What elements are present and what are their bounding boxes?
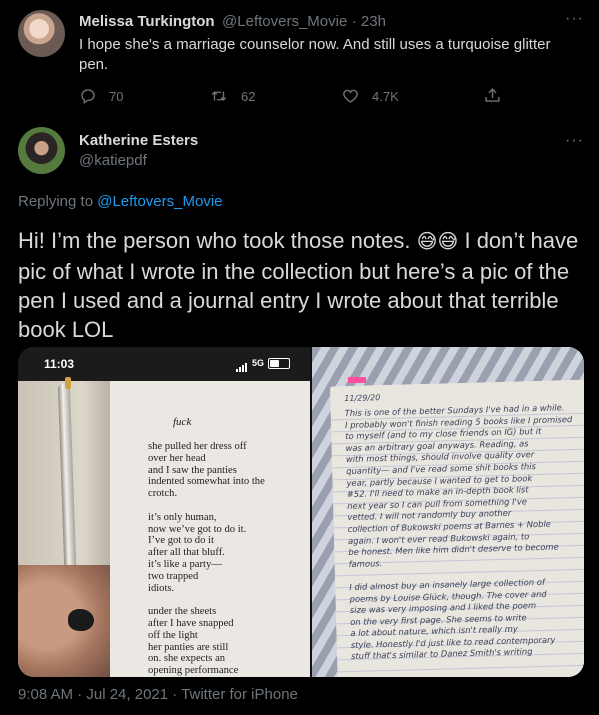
tweet-text-part1: Hi! I’m the person who took those notes.: [18, 228, 417, 253]
photo-journal-entry[interactable]: 11/29/20 This is one of the better Sunda…: [312, 347, 584, 677]
reply-tweet-text: I hope she's a marriage counselor now. A…: [79, 36, 551, 73]
like-count: 4.7K: [372, 88, 399, 104]
more-options-icon[interactable]: ···: [565, 132, 584, 150]
main-tweet-text: Hi! I’m the person who took those notes.…: [18, 226, 583, 344]
sweat-smile-emoji: 😅😅: [416, 231, 459, 253]
journal-page: 11/29/20 This is one of the better Sunda…: [329, 379, 584, 677]
time-ago[interactable]: · 23h: [352, 13, 386, 30]
like-action[interactable]: 4.7K: [341, 87, 399, 105]
hand: [18, 565, 110, 677]
phone-status-bar: 11:03 5G: [18, 347, 310, 381]
tweet-timestamp[interactable]: 9:08 AM · Jul 24, 2021 · Twitter for iPh…: [18, 686, 298, 703]
reply-icon[interactable]: [79, 87, 97, 105]
tweet-media[interactable]: 11:03 5G fuck she pulled her dress off o…: [18, 347, 584, 677]
pen-tip: [65, 377, 71, 389]
replying-handle-link[interactable]: @Leftovers_Movie: [97, 193, 222, 210]
reply-count: 70: [109, 88, 124, 104]
signal-icon: [236, 359, 248, 372]
journal-entry-text: This is one of the better Sundays I've h…: [344, 402, 573, 662]
share-icon[interactable]: [483, 86, 502, 105]
share-action[interactable]: [483, 86, 502, 105]
journal-date: 11/29/20: [344, 393, 381, 404]
heart-icon[interactable]: [341, 87, 360, 105]
author-handle[interactable]: @katiepdf: [79, 152, 147, 169]
book-right-page: fuck she pulled her dress off over her h…: [110, 381, 310, 677]
network-label: 5G: [252, 358, 265, 368]
reply-action[interactable]: 70: [79, 87, 123, 105]
book-poem: she pulled her dress off over her head a…: [148, 441, 265, 677]
photo-book-screenshot[interactable]: 11:03 5G fuck she pulled her dress off o…: [18, 347, 310, 677]
status-time: 11:03: [44, 357, 75, 371]
author-handle[interactable]: @Leftovers_Movie: [222, 13, 347, 30]
retweet-action[interactable]: 62: [209, 87, 255, 105]
pink-bookmark: [348, 377, 366, 383]
battery-icon: [268, 358, 290, 369]
avatar-melissa[interactable]: [18, 10, 65, 57]
reply-tweet-header: Melissa Turkington @Leftovers_Movie · 23…: [79, 13, 386, 31]
book-heading: fuck: [173, 416, 192, 428]
retweet-count: 62: [241, 88, 256, 104]
replying-prefix: Replying to: [18, 193, 94, 210]
more-options-icon[interactable]: ···: [565, 10, 584, 28]
replying-to: Replying to @Leftovers_Movie: [18, 193, 223, 210]
fingernail: [68, 609, 94, 631]
retweet-icon[interactable]: [209, 87, 229, 105]
avatar-katherine[interactable]: [18, 127, 65, 174]
author-name[interactable]: Melissa Turkington: [79, 13, 215, 30]
author-name[interactable]: Katherine Esters: [79, 132, 198, 149]
